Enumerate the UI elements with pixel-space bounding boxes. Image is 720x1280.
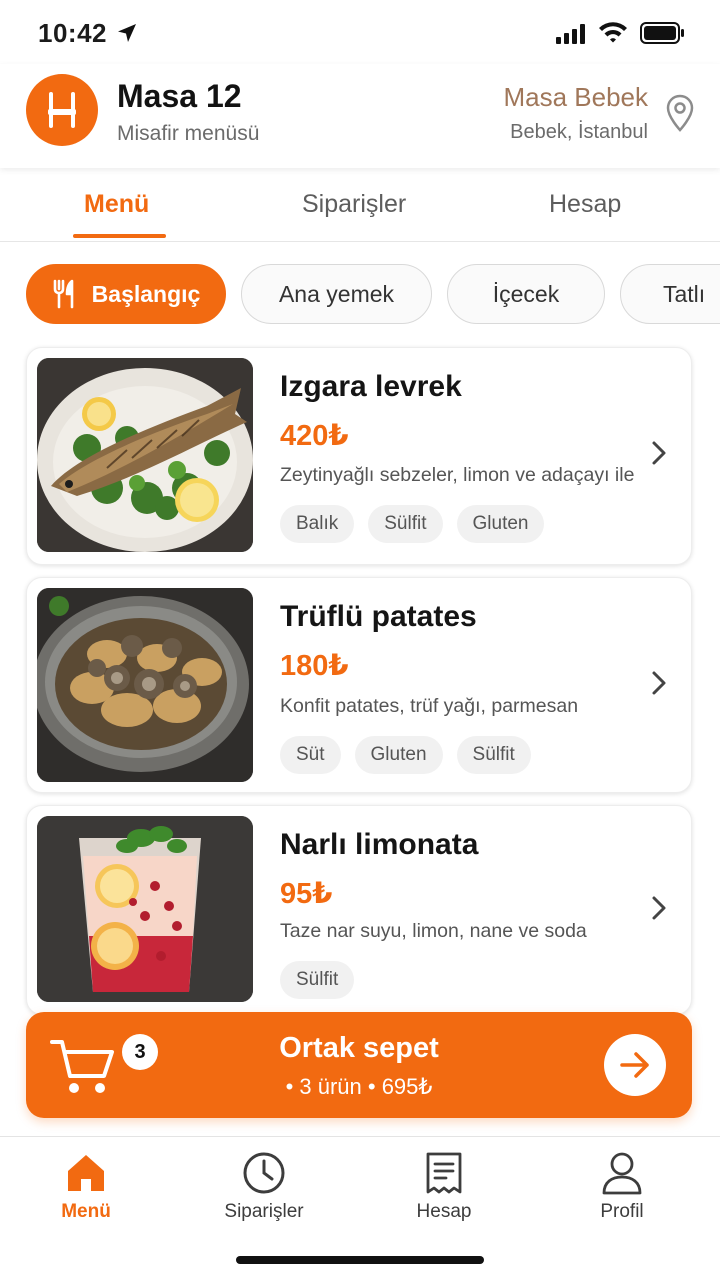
app-header: Masa 12 Misafir menüsü Masa Bebek Bebek,… [0,64,720,168]
category-chip-main[interactable]: Ana yemek [241,264,432,324]
active-tab-indicator [73,234,166,238]
allergen-tag: Süt [280,736,341,774]
dish-price: 420₺ [280,420,349,452]
tab-menu[interactable]: Menü [84,190,149,219]
top-tabs: Menü Siparişler Hesap [0,168,720,242]
category-chip-dessert[interactable]: Tatlı [620,264,720,324]
clock-icon [243,1152,285,1194]
category-chip-starter[interactable]: Başlangıç [26,264,226,324]
nav-profile[interactable]: Profil [552,1151,692,1223]
allergen-tags: Balık Sülfit Gluten [280,505,545,543]
dish-description: Konfit patates, trüf yağı, parmesan [280,695,579,717]
allergen-tag: Gluten [354,736,443,774]
nav-orders[interactable]: Siparişler [194,1151,334,1223]
allergen-tags: Sülfit [280,961,355,999]
home-indicator[interactable] [236,1256,484,1264]
table-logo [26,74,98,146]
allergen-tag: Balık [280,505,355,543]
chair-icon [48,92,76,128]
nav-menu[interactable]: Menü [16,1151,156,1223]
nav-label: Siparişler [224,1201,304,1222]
allergen-tag: Gluten [456,505,545,543]
cellular-signal-icon [556,24,585,44]
dish-name: Trüflü patates [280,600,477,633]
status-bar: 10:42 [0,0,720,64]
menu-item-card[interactable]: Trüflü patates 180₺ Konfit patates, trüf… [26,577,692,793]
dish-price: 180₺ [280,650,349,682]
category-chip-label: Tatlı [663,280,706,307]
cart-summary: • 3 ürün • 695₺ [285,1074,433,1099]
receipt-icon [426,1152,462,1194]
menu-item-card[interactable]: Narlı limonata 95₺ Taze nar suyu, limon,… [26,805,692,1015]
allergen-tag: Sülfit [368,505,443,543]
allergen-tag: Sülfit [456,736,531,774]
category-chip-drinks[interactable]: İçecek [447,264,605,324]
tab-bill[interactable]: Hesap [549,190,621,219]
arrow-right-icon [620,1052,649,1078]
user-icon [602,1152,642,1195]
shared-cart-bar[interactable]: 3 Ortak sepet • 3 ürün • 695₺ [26,1012,692,1118]
cart-title: Ortak sepet [279,1032,439,1064]
allergen-tags: Süt Gluten Sülfit [280,736,531,774]
tab-orders[interactable]: Siparişler [302,190,406,219]
dish-name: Narlı limonata [280,828,479,861]
category-filter: Başlangıç Ana yemek İçecek Tatlı [0,264,720,326]
dish-price: 95₺ [280,878,333,910]
table-subtitle: Misafir menüsü [117,122,260,145]
table-title: Masa 12 [117,78,242,114]
nav-bill[interactable]: Hesap [374,1151,514,1223]
nav-label: Hesap [416,1201,472,1222]
nav-label: Menü [61,1201,111,1222]
dish-photo [37,588,253,782]
dish-photo [37,816,253,1002]
fork-knife-icon [53,279,73,309]
dish-photo [37,358,253,552]
venue-location: Bebek, İstanbul [510,121,648,143]
category-chip-label: İçecek [492,280,560,307]
dish-description: Zeytinyağlı sebzeler, limon ve adaçayı i… [280,464,635,486]
dish-description: Taze nar suyu, limon, nane ve soda [280,920,587,942]
cart-go-button[interactable] [604,1034,666,1096]
map-pin-icon[interactable] [666,94,694,132]
category-chip-label: Başlangıç [91,280,201,307]
venue-name[interactable]: Masa Bebek [503,82,648,113]
chevron-right-icon[interactable] [651,895,667,921]
wifi-icon [599,22,627,43]
nav-label: Profil [600,1201,644,1222]
location-arrow-icon [118,24,136,42]
status-time: 10:42 [38,18,107,48]
dish-name: Izgara levrek [280,370,462,403]
chevron-right-icon[interactable] [651,440,667,466]
home-icon [68,1155,104,1191]
category-chip-label: Ana yemek [278,280,395,307]
battery-icon [640,22,684,44]
menu-item-card[interactable]: Izgara levrek 420₺ Zeytinyağlı sebzeler,… [26,347,692,565]
allergen-tag: Sülfit [280,961,355,999]
chevron-right-icon[interactable] [651,670,667,696]
